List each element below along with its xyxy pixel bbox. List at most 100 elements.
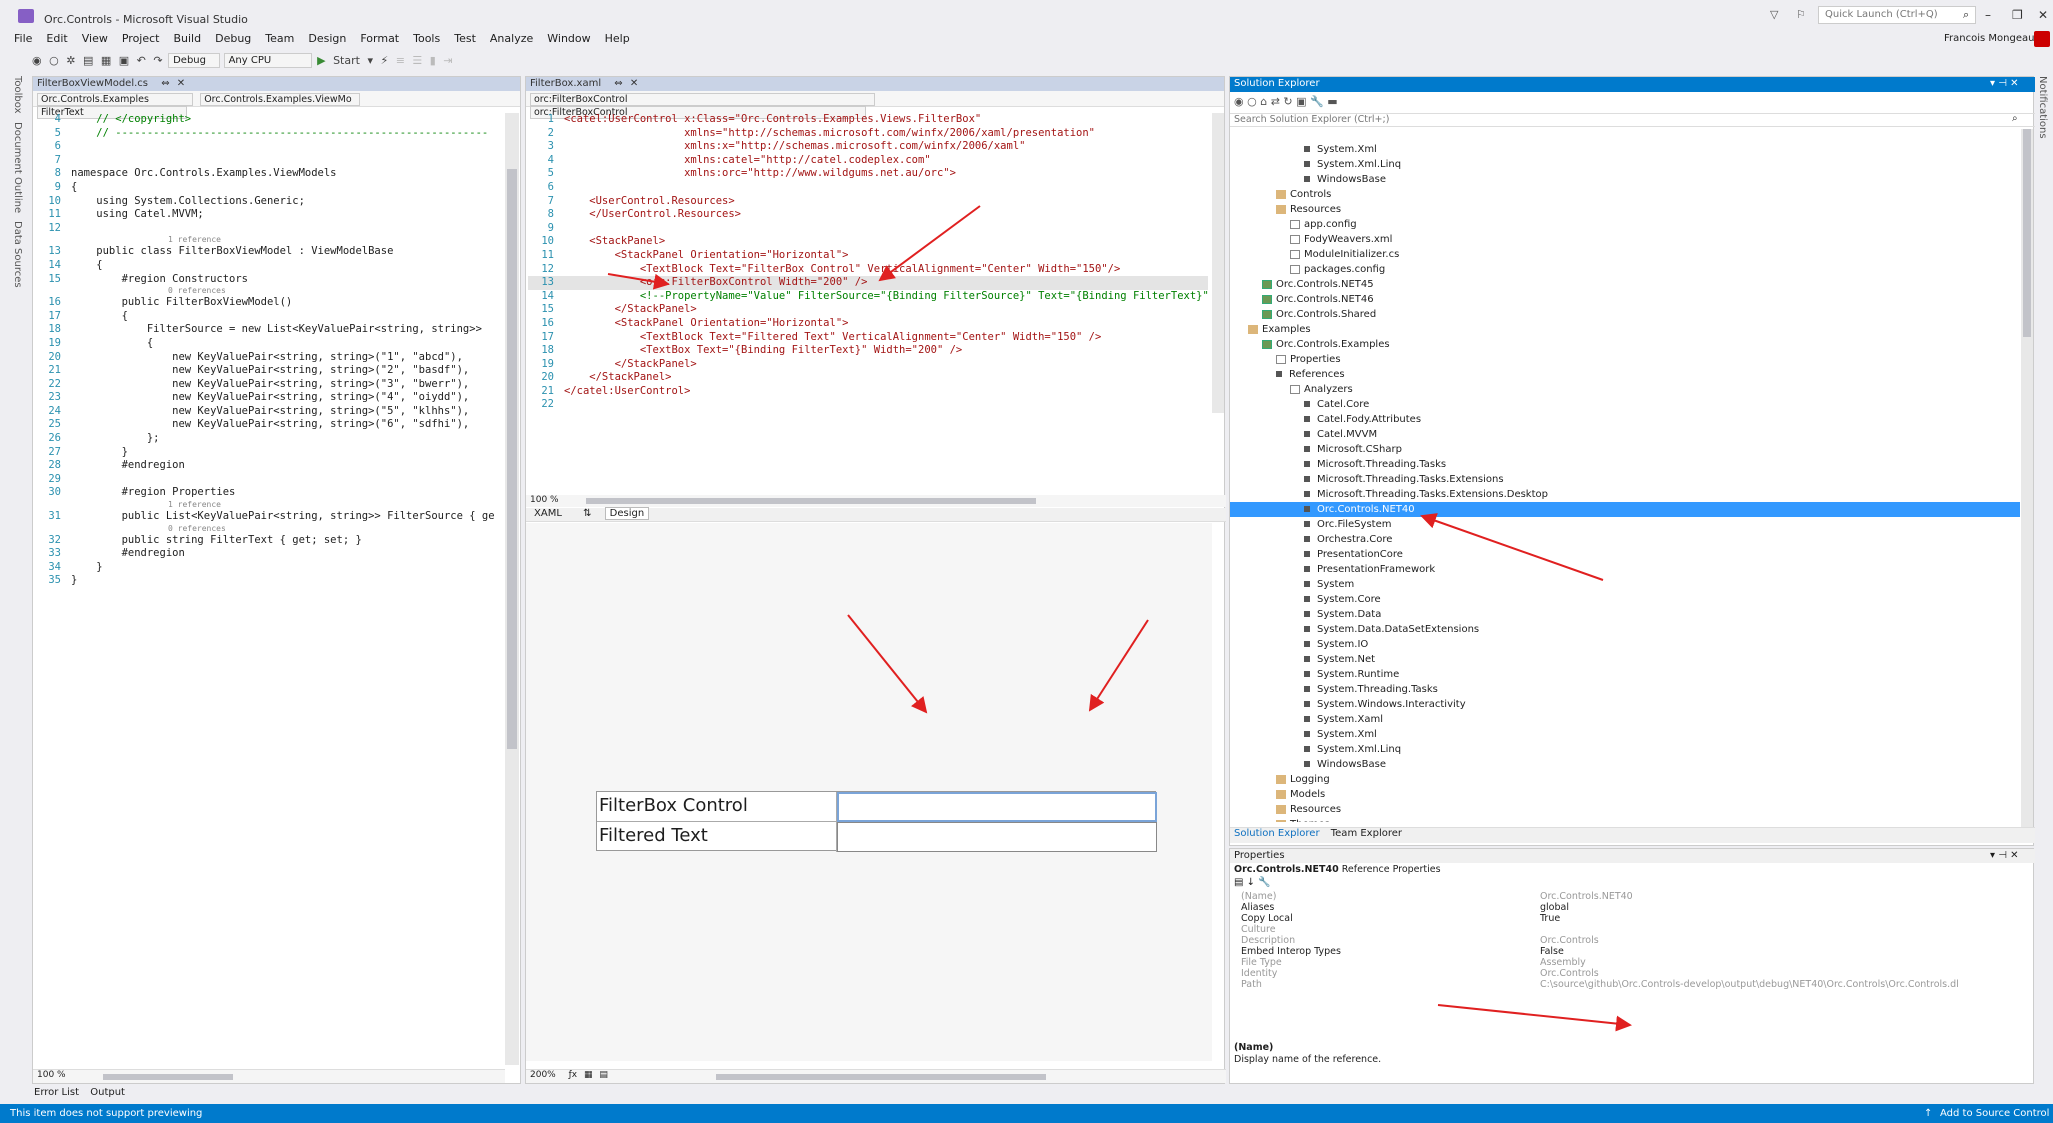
- se-forward-icon[interactable]: ○: [1247, 95, 1257, 108]
- tree-item[interactable]: Models: [1230, 787, 2020, 802]
- se-collapse-icon[interactable]: ▣: [1296, 95, 1306, 108]
- tree-item[interactable]: Microsoft.CSharp: [1230, 442, 2020, 457]
- property-value[interactable]: C:\source\github\Orc.Controls-develop\ou…: [1540, 979, 1959, 990]
- xaml-pin-icon[interactable]: ⇔: [614, 78, 622, 89]
- tab-design[interactable]: Design: [604, 507, 650, 520]
- document-outline-tab[interactable]: Document Outline: [12, 122, 23, 213]
- tree-item[interactable]: Orchestra.Core: [1230, 532, 2020, 547]
- tree-item[interactable]: Orc.Controls.NET46: [1230, 292, 2020, 307]
- pin-icon[interactable]: ⇔: [161, 78, 169, 89]
- se-home-icon[interactable]: ⌂: [1260, 95, 1267, 108]
- bookmark-next-icon[interactable]: ⇥: [443, 54, 452, 67]
- xaml-code-area[interactable]: 1 <catel:UserControl x:Class="Orc.Control…: [528, 113, 1208, 413]
- add-to-source-control-button[interactable]: Add to Source Control: [1940, 1108, 2049, 1119]
- tree-item[interactable]: Catel.MVVM: [1230, 427, 2020, 442]
- platform-select[interactable]: Any CPU: [223, 53, 312, 68]
- tree-item[interactable]: Logging: [1230, 772, 2020, 787]
- tab-team-explorer[interactable]: Team Explorer: [1331, 828, 1402, 839]
- start-icon[interactable]: ▶: [317, 54, 325, 67]
- menu-view[interactable]: View: [75, 30, 115, 47]
- xaml-element-select[interactable]: orc:FilterBoxControl: [530, 93, 875, 106]
- attach-icon[interactable]: ▾: [367, 54, 373, 67]
- tree-item[interactable]: Resources: [1230, 202, 2020, 217]
- tree-item[interactable]: System.Xml: [1230, 727, 2020, 742]
- cs-horizontal-scrollbar[interactable]: [103, 1074, 233, 1080]
- maximize-button[interactable]: ❐: [2012, 8, 2023, 22]
- property-value[interactable]: Orc.Controls: [1540, 935, 1599, 946]
- tree-item[interactable]: System.Windows.Interactivity: [1230, 697, 2020, 712]
- tree-item[interactable]: WindowsBase: [1230, 172, 2020, 187]
- cs-vertical-scrollbar[interactable]: [505, 113, 519, 1065]
- tree-item[interactable]: System.Xml: [1230, 142, 2020, 157]
- menu-window[interactable]: Window: [540, 30, 597, 47]
- tree-item[interactable]: System.Data.DataSetExtensions: [1230, 622, 2020, 637]
- se-showall-icon[interactable]: ▬: [1327, 95, 1337, 108]
- tree-item[interactable]: Orc.Controls.NET45: [1230, 277, 2020, 292]
- user-avatar[interactable]: [2034, 31, 2050, 47]
- tree-item[interactable]: Themes: [1230, 817, 2020, 822]
- property-value[interactable]: Assembly: [1540, 957, 1586, 968]
- feedback-icon[interactable]: ⚐: [1796, 8, 1806, 21]
- cs-zoom-select[interactable]: 100 %: [37, 1070, 66, 1080]
- tree-item[interactable]: Orc.Controls.Examples: [1230, 337, 2020, 352]
- type-nav-select[interactable]: Orc.Controls.Examples.ViewMo: [200, 93, 361, 106]
- tree-item[interactable]: System.Xml.Linq: [1230, 157, 2020, 172]
- project-nav-select[interactable]: Orc.Controls.Examples: [37, 93, 193, 106]
- tree-item[interactable]: FodyWeavers.xml: [1230, 232, 2020, 247]
- property-value[interactable]: False: [1540, 946, 1564, 957]
- tree-item[interactable]: Microsoft.Threading.Tasks.Extensions.Des…: [1230, 487, 2020, 502]
- bookmark-icon[interactable]: ▮: [430, 54, 436, 67]
- save-icon[interactable]: ▦: [101, 54, 111, 67]
- open-file-icon[interactable]: ▤: [83, 54, 93, 67]
- tab-close-icon[interactable]: ✕: [177, 78, 185, 89]
- formula-icon[interactable]: ƒx: [569, 1070, 578, 1080]
- tree-item[interactable]: Orc.FileSystem: [1230, 517, 2020, 532]
- tree-item[interactable]: packages.config: [1230, 262, 2020, 277]
- tab-output[interactable]: Output: [90, 1087, 125, 1098]
- tree-item[interactable]: Microsoft.Threading.Tasks.Extensions: [1230, 472, 2020, 487]
- configuration-select[interactable]: Debug: [168, 53, 221, 68]
- tree-item[interactable]: Catel.Core: [1230, 397, 2020, 412]
- minimize-button[interactable]: –: [1985, 8, 1991, 22]
- tree-item[interactable]: System.Xml.Linq: [1230, 742, 2020, 757]
- snap-icon[interactable]: ▤: [599, 1070, 608, 1080]
- comment-icon[interactable]: ☰: [412, 54, 422, 67]
- tree-item[interactable]: System.Core: [1230, 592, 2020, 607]
- menu-design[interactable]: Design: [301, 30, 353, 47]
- design-zoom-select[interactable]: 200%: [530, 1070, 556, 1080]
- xaml-editor-tab[interactable]: FilterBox.xaml ⇔ ✕: [526, 77, 1224, 91]
- se-search-input[interactable]: Search Solution Explorer (Ctrl+;): [1230, 113, 2035, 127]
- cs-code-area[interactable]: 4 // </copyright> 5 // ------------------…: [35, 113, 505, 1013]
- navigate-forward-icon[interactable]: ○: [49, 54, 59, 67]
- menu-project[interactable]: Project: [115, 30, 167, 47]
- browser-link-icon[interactable]: ⚡: [380, 54, 388, 67]
- property-row[interactable]: File Type Assembly: [1230, 957, 2020, 968]
- tree-item[interactable]: System.Net: [1230, 652, 2020, 667]
- tree-item[interactable]: PresentationCore: [1230, 547, 2020, 562]
- xaml-horizontal-scrollbar[interactable]: [586, 498, 1036, 504]
- menu-tools[interactable]: Tools: [406, 30, 447, 47]
- tree-item[interactable]: ModuleInitializer.cs: [1230, 247, 2020, 262]
- quick-launch-input[interactable]: Quick Launch (Ctrl+Q): [1818, 6, 1976, 24]
- notifications-tab[interactable]: Notifications: [2037, 76, 2048, 139]
- grid-icon[interactable]: ▦: [584, 1070, 593, 1080]
- tree-item[interactable]: System.Data: [1230, 607, 2020, 622]
- se-properties-icon[interactable]: 🔧: [1310, 95, 1324, 108]
- tree-item[interactable]: Catel.Fody.Attributes: [1230, 412, 2020, 427]
- step-icon[interactable]: ≡: [396, 54, 405, 67]
- close-button[interactable]: ✕: [2038, 8, 2048, 22]
- properties-object-select[interactable]: Orc.Controls.NET40 Reference Properties: [1234, 864, 1441, 875]
- se-options-icon[interactable]: ▾ ⊣ ✕: [1990, 78, 2018, 89]
- menu-format[interactable]: Format: [353, 30, 406, 47]
- menu-test[interactable]: Test: [447, 30, 483, 47]
- xaml-tab-close-icon[interactable]: ✕: [630, 78, 638, 89]
- property-value[interactable]: Orc.Controls.NET40: [1540, 891, 1633, 902]
- tree-item[interactable]: System.IO: [1230, 637, 2020, 652]
- swap-panes-icon[interactable]: ⇅: [583, 508, 591, 519]
- alphabetical-icon[interactable]: ↓: [1247, 877, 1255, 888]
- property-pages-icon[interactable]: 🔧: [1258, 877, 1270, 888]
- properties-options-icon[interactable]: ▾ ⊣ ✕: [1990, 850, 2018, 861]
- xaml-vertical-scrollbar[interactable]: [1212, 113, 1224, 413]
- property-row[interactable]: (Name) Orc.Controls.NET40: [1230, 891, 2020, 902]
- property-row[interactable]: Path C:\source\github\Orc.Controls-develo…: [1230, 979, 2020, 990]
